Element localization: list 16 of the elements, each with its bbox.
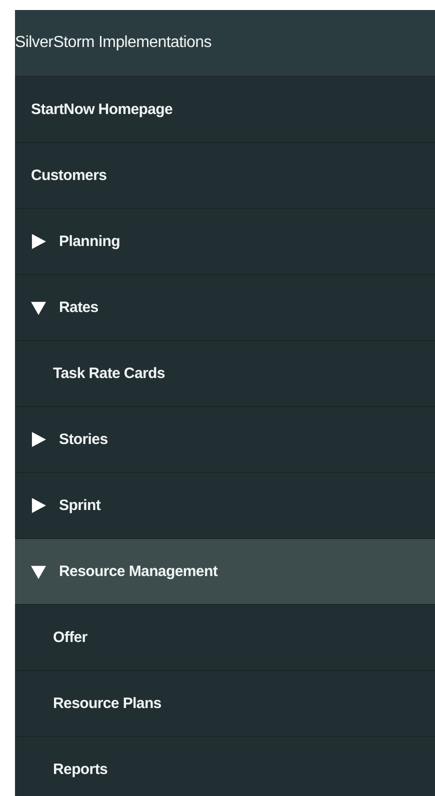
nav-item[interactable]: Reports [15, 736, 435, 796]
nav-item[interactable]: Planning [15, 208, 435, 274]
nav-item[interactable]: Task Rate Cards [15, 340, 435, 406]
caret-down-icon [31, 300, 46, 315]
app-title: SilverStorm Implementations [15, 10, 435, 76]
nav-item[interactable]: StartNow Homepage [15, 76, 435, 142]
nav-item[interactable]: Resource Management [15, 538, 435, 604]
nav-item[interactable]: Offer [15, 604, 435, 670]
caret-right-icon [31, 432, 46, 447]
nav-item[interactable]: Customers [15, 142, 435, 208]
caret-right-icon [31, 498, 46, 513]
nav-item[interactable]: Resource Plans [15, 670, 435, 736]
caret-down-icon [31, 564, 46, 579]
nav-item[interactable]: Rates [15, 274, 435, 340]
caret-right-icon [31, 234, 46, 249]
nav-item[interactable]: Stories [15, 406, 435, 472]
